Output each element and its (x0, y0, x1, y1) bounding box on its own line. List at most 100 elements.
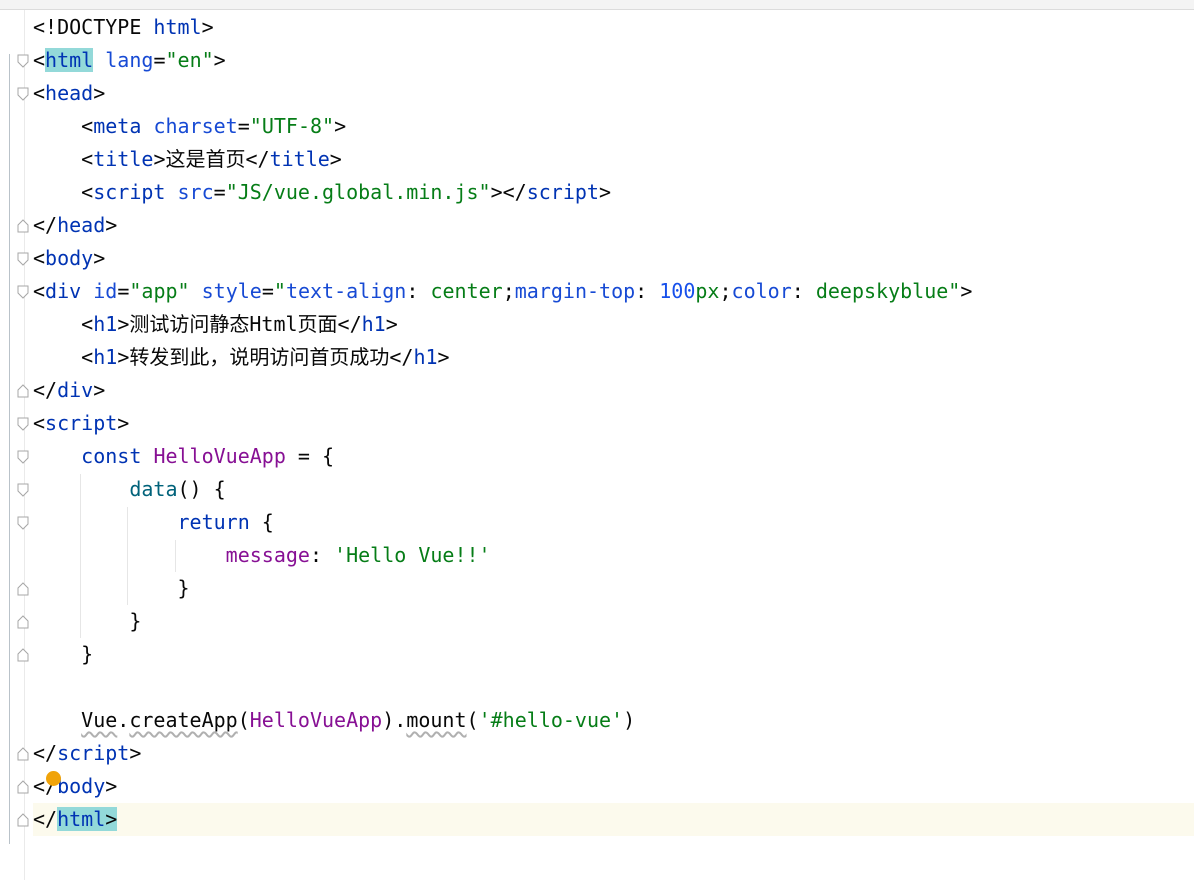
fold-end-icon[interactable] (17, 615, 29, 629)
code-token: div (45, 279, 82, 303)
gutter-border (9, 54, 10, 844)
code-token: script (57, 741, 130, 765)
code-token: > (105, 807, 118, 831)
code-token: "en" (165, 48, 214, 72)
code-token: = { (285, 444, 335, 468)
fold-end-icon[interactable] (17, 747, 29, 761)
code-line[interactable]: </head> (33, 209, 1194, 242)
code-line[interactable]: <meta charset="UTF-8"> (33, 110, 1194, 143)
code-token: < (33, 279, 46, 303)
code-line[interactable]: <div id="app" style="text-align: center;… (33, 275, 1194, 308)
code-line[interactable]: } (33, 605, 1194, 638)
code-token: head (57, 213, 106, 237)
fold-collapse-icon[interactable] (17, 483, 29, 497)
indent-guide (80, 474, 81, 638)
code-line[interactable]: </html> (33, 803, 1194, 836)
code-token: = (261, 279, 274, 303)
code-token: < (33, 180, 94, 204)
code-token: : (791, 279, 816, 303)
code-token: > (437, 345, 450, 369)
editor-tab-strip (0, 0, 1194, 10)
code-token: "app" (129, 279, 190, 303)
code-line[interactable]: </div> (33, 374, 1194, 407)
fold-collapse-icon[interactable] (17, 87, 29, 101)
code-line[interactable]: <h1>转发到此，说明访问首页成功</h1> (33, 341, 1194, 374)
code-token: ( (466, 708, 479, 732)
code-token: : (309, 543, 335, 567)
fold-end-icon[interactable] (17, 582, 29, 596)
code-token: </ (33, 213, 58, 237)
code-line[interactable]: <title>这是首页</title> (33, 143, 1194, 176)
code-token: 转发到此，说明访问首页成功 (129, 345, 390, 369)
code-token: HelloVueApp (153, 444, 286, 468)
code-line[interactable]: <html lang="en"> (33, 44, 1194, 77)
lightbulb-icon[interactable] (46, 771, 61, 786)
code-line[interactable]: <h1>测试访问静态Html页面</h1> (33, 308, 1194, 341)
code-token: "JS/vue.global.min.js" (225, 180, 491, 204)
code-token: src (177, 180, 214, 204)
code-token: charset (153, 114, 238, 138)
code-line[interactable]: <script src="JS/vue.global.min.js"></scr… (33, 176, 1194, 209)
code-token: > (105, 774, 118, 798)
code-line[interactable] (33, 671, 1194, 704)
code-line[interactable]: } (33, 572, 1194, 605)
fold-end-icon[interactable] (17, 813, 29, 827)
code-token: 页面 (297, 312, 338, 336)
code-token: mount (406, 708, 467, 732)
fold-collapse-icon[interactable] (17, 450, 29, 464)
code-line[interactable]: message: 'Hello Vue!!' (33, 539, 1194, 572)
code-token: : (406, 279, 431, 303)
code-line[interactable]: </body> (33, 770, 1194, 803)
code-line[interactable]: const HelloVueApp = { (33, 440, 1194, 473)
code-line[interactable]: Vue.createApp(HelloVueApp).mount('#hello… (33, 704, 1194, 737)
fold-end-icon[interactable] (17, 780, 29, 794)
code-line[interactable]: <body> (33, 242, 1194, 275)
code-line[interactable]: return { (33, 506, 1194, 539)
code-token: Html (249, 312, 298, 336)
code-token: > (385, 312, 398, 336)
code-token: > (598, 180, 612, 204)
fold-collapse-icon[interactable] (17, 252, 29, 266)
code-token: > (329, 147, 342, 171)
editor-gutter (0, 10, 32, 880)
code-token: center (430, 279, 503, 303)
code-token: "UTF-8" (249, 114, 335, 138)
code-token: > (93, 378, 106, 402)
code-editor[interactable]: <!DOCTYPE html> <html lang="en"> <head> <m… (33, 11, 1194, 836)
code-token: Vue (81, 708, 118, 732)
code-line[interactable]: <head> (33, 77, 1194, 110)
code-line[interactable]: </script> (33, 737, 1194, 770)
fold-collapse-icon[interactable] (17, 54, 29, 68)
code-token: data (129, 477, 178, 501)
code-token: div (57, 378, 94, 402)
fold-collapse-icon[interactable] (17, 516, 29, 530)
code-token: script (526, 180, 599, 204)
code-token: } (33, 642, 94, 666)
code-token: > (153, 147, 166, 171)
code-token: { (249, 510, 274, 534)
code-line[interactable]: <!DOCTYPE html> (33, 11, 1194, 44)
code-token: ></ (490, 180, 527, 204)
code-token: text-align (285, 279, 407, 303)
code-line[interactable]: <script> (33, 407, 1194, 440)
fold-collapse-icon[interactable] (17, 285, 29, 299)
fold-end-icon[interactable] (17, 219, 29, 233)
code-token: 这是首页 (165, 147, 246, 171)
code-token: > (117, 411, 130, 435)
code-token: ; (719, 279, 732, 303)
code-line[interactable]: } (33, 638, 1194, 671)
code-line[interactable]: data() { (33, 473, 1194, 506)
fold-end-icon[interactable] (17, 648, 29, 662)
code-token: " (273, 279, 286, 303)
code-token: px (695, 279, 720, 303)
fold-end-icon[interactable] (17, 384, 29, 398)
fold-collapse-icon[interactable] (17, 417, 29, 431)
code-token: HelloVueApp (249, 708, 383, 732)
code-token: margin-top (514, 279, 636, 303)
